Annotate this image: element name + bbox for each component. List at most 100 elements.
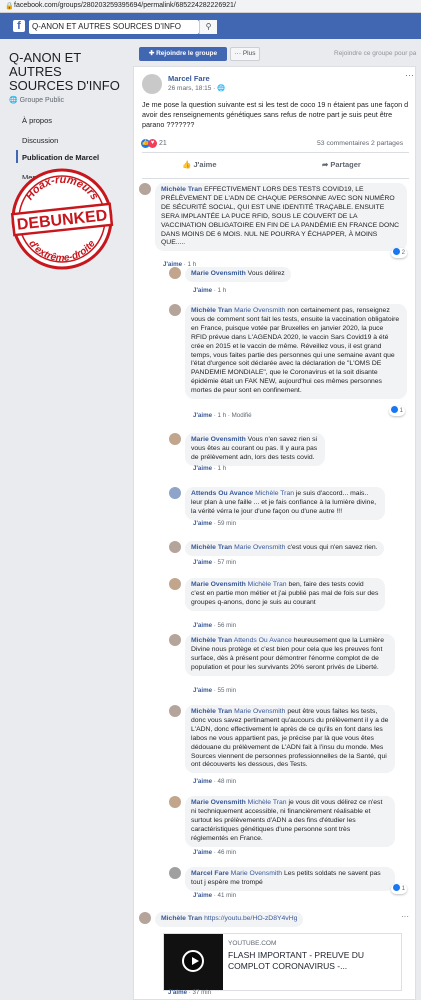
avatar[interactable] <box>169 487 181 499</box>
comment-reactions[interactable]: 1 <box>391 884 408 894</box>
comment-author[interactable]: Marcel Fare <box>191 870 229 877</box>
comment-time[interactable]: 55 min <box>218 687 237 694</box>
comment-reactions[interactable]: 2 <box>391 248 408 258</box>
comment-meta: J'aime · 41 min <box>193 892 237 899</box>
comment-like-link[interactable]: J'aime <box>193 687 212 694</box>
comment-time[interactable]: 57 min <box>218 559 237 566</box>
comment-like-link[interactable]: J'aime <box>193 892 212 899</box>
avatar[interactable] <box>142 74 162 94</box>
comment-author[interactable]: Michèle Tran <box>191 544 232 551</box>
comment-time[interactable]: 1 h <box>218 465 227 472</box>
comment-meta: J'aime · 57 min <box>193 559 237 566</box>
share-button[interactable]: ➦ Partager <box>322 160 361 169</box>
url-text[interactable]: facebook.com/groups/280203259395694/perm… <box>14 2 236 9</box>
comment-author[interactable]: Michèle Tran <box>191 637 232 644</box>
comment-text: EFFECTIVEMENT LORS DES TESTS COVID19, LE… <box>161 186 400 247</box>
comment-bubble: Michèle Tran https://youtu.be/HO-zD8Y4vH… <box>155 912 304 927</box>
comment-time[interactable]: 56 min <box>218 622 237 629</box>
comment-mention[interactable]: Marie Ovensmith <box>234 708 285 715</box>
avatar[interactable] <box>169 867 181 879</box>
comment-like-link[interactable]: J'aime <box>193 465 212 472</box>
comment-like-link[interactable]: J'aime <box>193 849 212 856</box>
like-reaction-icon <box>393 884 400 891</box>
avatar[interactable] <box>169 634 181 646</box>
comment-meta: J'aime · 48 min <box>193 778 237 785</box>
comment-like-link[interactable]: J'aime <box>193 559 212 566</box>
comment-edited[interactable]: Modifié <box>232 412 252 419</box>
comment-author[interactable]: Attends Ou Avance <box>191 490 253 497</box>
post-stats[interactable]: 53 commentaires 2 partages <box>317 140 403 147</box>
comment-mention[interactable]: Attends Ou Avance <box>234 637 292 644</box>
avatar[interactable] <box>139 912 151 924</box>
comment-time[interactable]: 1 h <box>218 412 227 419</box>
comment-mention[interactable]: Marie Ovensmith <box>234 544 285 551</box>
link-source: YOUTUBE.COM <box>228 940 277 947</box>
play-icon[interactable] <box>182 950 204 972</box>
comment-author[interactable]: Marie Ovensmith <box>191 799 246 806</box>
comment-time[interactable]: 41 min <box>218 892 237 899</box>
comment-like-link[interactable]: J'aime <box>193 287 212 294</box>
avatar[interactable] <box>139 183 151 195</box>
join-group-button[interactable]: ✚ Rejoindre le groupe <box>139 47 227 61</box>
comment-mention[interactable]: Michèle Tran <box>248 799 287 806</box>
nav-publication[interactable]: Publication de Marcel <box>22 153 99 162</box>
post-reactions[interactable]: 👍♥ 21 <box>141 139 167 148</box>
comment-like-link[interactable]: J'aime <box>193 520 212 527</box>
comment-author[interactable]: Michèle Tran <box>191 307 232 314</box>
comment-mention[interactable]: Marie Ovensmith <box>231 870 282 877</box>
nav-selected-indicator <box>16 150 18 163</box>
comment-like-link[interactable]: J'aime <box>168 989 187 996</box>
avatar[interactable] <box>169 796 181 808</box>
comment-like-link[interactable]: J'aime <box>193 622 212 629</box>
post-options-icon[interactable]: ··· <box>405 70 414 80</box>
comment-author[interactable]: Marie Ovensmith <box>191 436 246 443</box>
comment-mention[interactable]: Michèle Tran <box>255 490 294 497</box>
nav-discussion[interactable]: Discussion <box>22 136 58 145</box>
comment-mention[interactable]: Marie Ovensmith <box>234 307 285 314</box>
comment-author[interactable]: Marie Ovensmith <box>191 581 246 588</box>
link-preview-card[interactable]: YOUTUBE.COM FLASH IMPORTANT - PREUVE DU … <box>163 933 402 991</box>
reaction-count: 21 <box>159 140 167 147</box>
comment-like-link[interactable]: J'aime <box>193 412 212 419</box>
comment-author[interactable]: Michèle Tran <box>191 708 232 715</box>
comment-text: c'est vous qui n'en savez rien. <box>287 544 378 551</box>
comment-author[interactable]: Michèle Tran <box>161 915 202 922</box>
group-privacy-label: Groupe Public <box>19 97 65 104</box>
comment-time[interactable]: 37 min <box>193 989 212 996</box>
comment-author[interactable]: Marie Ovensmith <box>191 270 246 277</box>
comment-link[interactable]: https://youtu.be/HO-zD8Y4vHg <box>204 915 297 922</box>
video-thumbnail[interactable] <box>164 934 223 990</box>
comment-time[interactable]: 59 min <box>218 520 237 527</box>
link-title[interactable]: FLASH IMPORTANT - PREUVE DU COMPLOT CORO… <box>228 950 398 972</box>
group-name[interactable]: Q-ANON ET AUTRES SOURCES D'INFO <box>9 51 124 93</box>
comment-time[interactable]: 1 h <box>218 287 227 294</box>
like-button[interactable]: 👍 J'aime <box>182 160 217 169</box>
facebook-logo[interactable]: f <box>13 20 25 32</box>
comment-time[interactable]: 46 min <box>218 849 237 856</box>
post-author[interactable]: Marcel Fare <box>168 74 210 83</box>
search-input[interactable]: Q-ANON ET AUTRES SOURCES D'INFO <box>29 20 199 34</box>
avatar[interactable] <box>169 541 181 553</box>
comment-reactions[interactable]: 1 <box>389 406 406 416</box>
nav-about[interactable]: À propos <box>22 116 52 125</box>
comment-bubble: Michèle Tran Attends Ou Avance heureusem… <box>185 634 395 676</box>
comment-like-link[interactable]: J'aime <box>193 778 212 785</box>
comment-meta: J'aime · 37 min <box>168 989 212 996</box>
comment-author[interactable]: Michèle Tran <box>161 186 202 193</box>
avatar[interactable] <box>169 267 181 279</box>
more-button[interactable]: ··· Plus <box>230 47 260 61</box>
comment-options-icon[interactable]: ··· <box>401 912 409 921</box>
post-date[interactable]: 26 mars, 18:15 · 🌐 <box>168 84 225 92</box>
comment-reaction-count: 1 <box>401 886 406 892</box>
browser-url-bar[interactable]: 🔒 facebook.com/groups/280203259395694/pe… <box>0 0 421 13</box>
avatar[interactable] <box>169 705 181 717</box>
comment-bubble: Marie Ovensmith Michèle Tran je vous dit… <box>185 796 395 847</box>
avatar[interactable] <box>169 578 181 590</box>
avatar[interactable] <box>169 433 181 445</box>
comment-mention[interactable]: Michèle Tran <box>248 581 287 588</box>
comment-time[interactable]: 48 min <box>218 778 237 785</box>
avatar[interactable] <box>169 304 181 316</box>
search-icon[interactable]: ⚲ <box>199 20 217 34</box>
post-action-bar: 👍 J'aime ➦ Partager <box>142 152 409 179</box>
comment-bubble: Michèle Tran Marie Ovensmith non certain… <box>185 304 407 400</box>
